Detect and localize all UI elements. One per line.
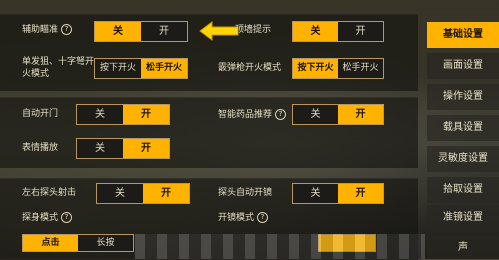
emote-label: 表情播放 bbox=[22, 143, 58, 154]
peek-shoot-text: 左右探头射击 bbox=[22, 188, 77, 198]
help-icon[interactable]: ? bbox=[61, 212, 73, 223]
auto-door-text: 自动开门 bbox=[22, 109, 59, 119]
shotgun-fire-toggle[interactable]: 按下开火 松手开火 bbox=[292, 58, 384, 79]
peek-mode-toggle[interactable]: 点击 长按 bbox=[22, 234, 134, 252]
shotgun-press-fire-option[interactable]: 按下开火 bbox=[293, 59, 338, 78]
peek-shoot-off-option[interactable]: 关 bbox=[97, 184, 143, 203]
emote-on-option[interactable]: 开 bbox=[123, 139, 169, 158]
tab-vehicle-settings[interactable]: 载具设置 bbox=[427, 115, 499, 141]
shotgun-release-fire-option[interactable]: 松手开火 bbox=[338, 59, 383, 78]
single-cross-fire-label: 单发狙、十字弩开火模式 bbox=[22, 56, 94, 80]
help-icon[interactable]: ? bbox=[61, 24, 73, 35]
single-cross-fire-text: 单发狙、十字弩开火模式 bbox=[22, 57, 95, 79]
tab-sound-settings[interactable]: 声 bbox=[427, 236, 499, 259]
peek-shoot-toggle[interactable]: 关 开 bbox=[96, 183, 190, 204]
peek-mode-hold-option[interactable]: 长按 bbox=[78, 235, 133, 251]
wall-hint-label: 顶墙提示 bbox=[235, 25, 271, 36]
scope-mode-text: 开镜模式 bbox=[218, 213, 255, 223]
tab-crosshair-settings[interactable]: 准镜设置 bbox=[427, 205, 499, 231]
tab-control-settings[interactable]: 操作设置 bbox=[427, 84, 499, 110]
wall-hint-text: 顶墙提示 bbox=[235, 25, 272, 35]
aim-assist-on-option[interactable]: 开 bbox=[141, 22, 187, 41]
shotgun-fire-text: 霰弹枪开火模式 bbox=[218, 63, 282, 73]
auto-door-on-option[interactable]: 开 bbox=[123, 105, 169, 124]
auto-door-toggle[interactable]: 关 开 bbox=[76, 104, 170, 125]
aim-assist-label: 辅助瞄准? bbox=[22, 24, 73, 36]
peek-auto-scope-off-option[interactable]: 关 bbox=[293, 184, 338, 203]
wall-hint-on-option[interactable]: 开 bbox=[338, 22, 383, 41]
tab-basic-settings[interactable]: 基础设置 bbox=[427, 22, 499, 48]
blurred-overlay bbox=[135, 234, 425, 259]
single-cross-fire-toggle[interactable]: 按下开火 松手开火 bbox=[94, 58, 188, 79]
wall-hint-toggle[interactable]: 关 开 bbox=[292, 21, 384, 42]
emote-off-option[interactable]: 关 bbox=[77, 139, 123, 158]
aim-assist-off-option[interactable]: 关 bbox=[95, 22, 141, 41]
peek-shoot-on-option[interactable]: 开 bbox=[143, 184, 189, 203]
scope-mode-label: 开镜模式? bbox=[218, 212, 269, 224]
peek-mode-label: 探身模式? bbox=[22, 212, 73, 224]
wall-hint-off-option[interactable]: 关 bbox=[293, 22, 338, 41]
arrow-left-icon bbox=[199, 21, 239, 41]
auto-door-label: 自动开门 bbox=[22, 109, 58, 120]
peek-auto-scope-on-option[interactable]: 开 bbox=[338, 184, 383, 203]
peek-mode-tap-option[interactable]: 点击 bbox=[23, 235, 78, 251]
smart-meds-toggle[interactable]: 关 开 bbox=[292, 104, 384, 125]
peek-shoot-label: 左右探头射击 bbox=[22, 188, 76, 199]
aim-assist-text: 辅助瞄准 bbox=[22, 25, 59, 35]
smart-meds-label: 智能药品推荐? bbox=[218, 109, 287, 121]
help-icon[interactable]: ? bbox=[257, 212, 269, 223]
peek-mode-text: 探身模式 bbox=[22, 213, 59, 223]
auto-door-off-option[interactable]: 关 bbox=[77, 105, 123, 124]
emote-toggle[interactable]: 关 开 bbox=[76, 138, 170, 159]
tab-graphics-settings[interactable]: 画面设置 bbox=[427, 53, 499, 79]
smart-meds-on-option[interactable]: 开 bbox=[338, 105, 383, 124]
peek-auto-scope-text: 探头自动开镜 bbox=[218, 188, 273, 198]
press-fire-option[interactable]: 按下开火 bbox=[95, 59, 141, 78]
peek-auto-scope-toggle[interactable]: 关 开 bbox=[292, 183, 384, 204]
help-icon[interactable]: ? bbox=[275, 109, 287, 120]
peek-auto-scope-label: 探头自动开镜 bbox=[218, 188, 272, 199]
aim-assist-toggle[interactable]: 关 开 bbox=[94, 21, 188, 42]
tab-sensitivity-settings[interactable]: 灵敏度设置 bbox=[427, 146, 499, 172]
tab-pickup-settings[interactable]: 拾取设置 bbox=[427, 177, 499, 203]
release-fire-option[interactable]: 松手开火 bbox=[141, 59, 187, 78]
smart-meds-off-option[interactable]: 关 bbox=[293, 105, 338, 124]
smart-meds-text: 智能药品推荐 bbox=[218, 110, 273, 120]
emote-text: 表情播放 bbox=[22, 143, 59, 153]
shotgun-fire-label: 霰弹枪开火模式 bbox=[218, 63, 281, 74]
